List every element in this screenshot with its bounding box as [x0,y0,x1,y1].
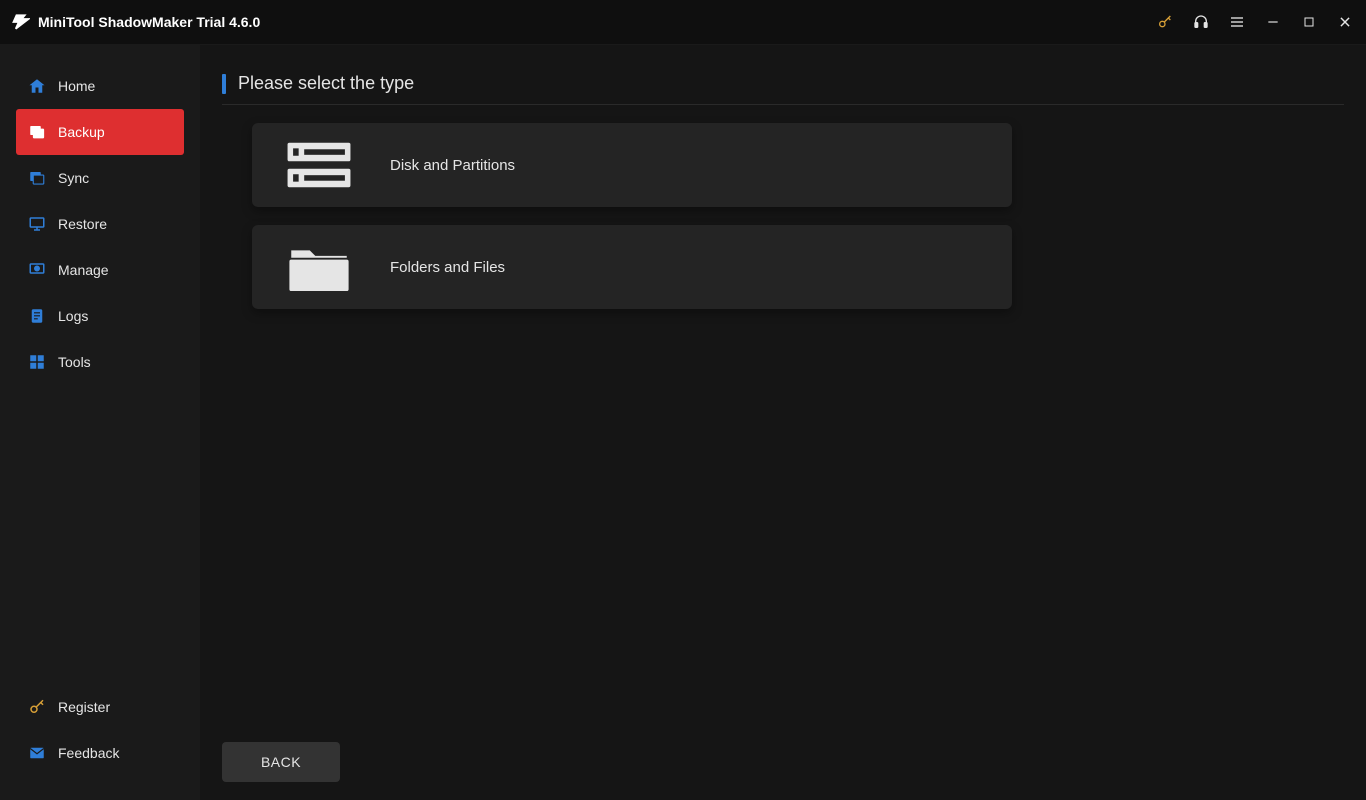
key-icon [28,698,46,716]
sidebar-item-manage[interactable]: Manage [16,247,184,293]
key-icon[interactable] [1156,13,1174,31]
manage-icon [28,261,46,279]
sidebar-item-label: Logs [58,308,88,324]
main-panel: Please select the type Disk [200,45,1366,800]
logs-icon [28,307,46,325]
sidebar-item-register[interactable]: Register [16,684,184,730]
tools-icon [28,353,46,371]
page-heading: Please select the type [222,73,1344,105]
title-left: MiniTool ShadowMaker Trial 4.6.0 [12,13,260,31]
sidebar-item-backup[interactable]: Backup [16,109,184,155]
sidebar-item-label: Restore [58,216,107,232]
sidebar-item-home[interactable]: Home [16,63,184,109]
sidebar-nav: Home Backup Sync [0,63,200,385]
app-body: Home Backup Sync [0,45,1366,800]
option-label: Folders and Files [390,259,505,276]
titlebar: MiniTool ShadowMaker Trial 4.6.0 [0,0,1366,45]
headset-icon[interactable] [1192,13,1210,31]
app-logo-icon [12,13,30,31]
option-label: Disk and Partitions [390,157,515,174]
home-icon [28,77,46,95]
page-title: Please select the type [238,73,414,94]
sidebar-item-label: Register [58,699,110,715]
disk-partitions-icon [282,135,356,195]
folder-icon [282,237,356,297]
restore-icon [28,215,46,233]
app-window: MiniTool ShadowMaker Trial 4.6.0 [0,0,1366,800]
maximize-icon[interactable] [1300,13,1318,31]
heading-accent-bar [222,74,226,94]
backup-icon [28,123,46,141]
sidebar-item-tools[interactable]: Tools [16,339,184,385]
close-icon[interactable] [1336,13,1354,31]
sidebar-bottom: Register Feedback [0,684,200,800]
sidebar-item-restore[interactable]: Restore [16,201,184,247]
minimize-icon[interactable] [1264,13,1282,31]
option-folders-and-files[interactable]: Folders and Files [252,225,1012,309]
titlebar-controls [1156,13,1354,31]
sidebar-item-sync[interactable]: Sync [16,155,184,201]
sidebar-item-label: Sync [58,170,89,186]
back-button[interactable]: BACK [222,742,340,782]
mail-icon [28,744,46,762]
sidebar-item-label: Manage [58,262,109,278]
sidebar-item-feedback[interactable]: Feedback [16,730,184,776]
menu-icon[interactable] [1228,13,1246,31]
sidebar-item-label: Tools [58,354,91,370]
sidebar-item-label: Home [58,78,95,94]
sidebar-item-label: Feedback [58,745,119,761]
type-options: Disk and Partitions Folders and Files [252,123,1012,309]
sidebar-item-logs[interactable]: Logs [16,293,184,339]
sync-icon [28,169,46,187]
app-title: MiniTool ShadowMaker Trial 4.6.0 [38,14,260,30]
option-disk-and-partitions[interactable]: Disk and Partitions [252,123,1012,207]
sidebar-item-label: Backup [58,124,105,140]
sidebar: Home Backup Sync [0,45,200,800]
main-footer: BACK [222,742,1344,782]
